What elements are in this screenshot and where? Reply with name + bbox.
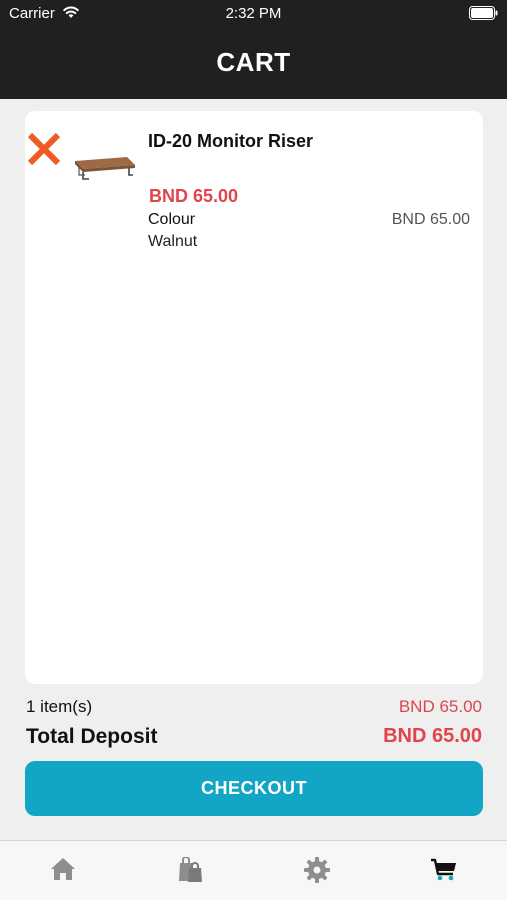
gear-icon — [304, 857, 330, 883]
home-icon — [51, 858, 75, 880]
clock: 2:32 PM — [225, 5, 282, 22]
product-price: BND 65.00 — [149, 186, 239, 206]
option-price: BND 65.00 — [391, 211, 470, 228]
tab-bar — [0, 840, 507, 900]
tab-shop[interactable] — [127, 841, 253, 900]
status-bar: Carrier 2:32 PM — [0, 0, 507, 28]
option-label: Colour — [148, 211, 196, 228]
remove-item-button[interactable] — [26, 131, 62, 167]
subtotal-value: BND 65.00 — [398, 697, 482, 716]
cart-icon — [431, 858, 456, 881]
total-deposit-label: Total Deposit — [26, 725, 158, 748]
item-count: 1 item(s) — [26, 697, 93, 716]
header: Carrier 2:32 PM CART — [0, 0, 507, 99]
close-icon — [27, 132, 61, 166]
tab-home[interactable] — [0, 841, 126, 900]
page-title: CART — [216, 47, 291, 77]
product-name: ID-20 Monitor Riser — [148, 131, 314, 151]
shopping-bags-icon — [179, 857, 202, 882]
product-image — [75, 157, 135, 180]
checkout-button[interactable]: CHECKOUT — [25, 761, 483, 816]
total-deposit-value: BND 65.00 — [383, 725, 482, 747]
cart-item-card: ID-20 Monitor Riser BND 65.00 Colour Wal… — [25, 111, 483, 684]
tab-settings[interactable] — [254, 841, 380, 900]
battery-icon — [469, 6, 498, 20]
option-value: Walnut — [148, 233, 198, 250]
tab-cart[interactable] — [381, 841, 507, 900]
